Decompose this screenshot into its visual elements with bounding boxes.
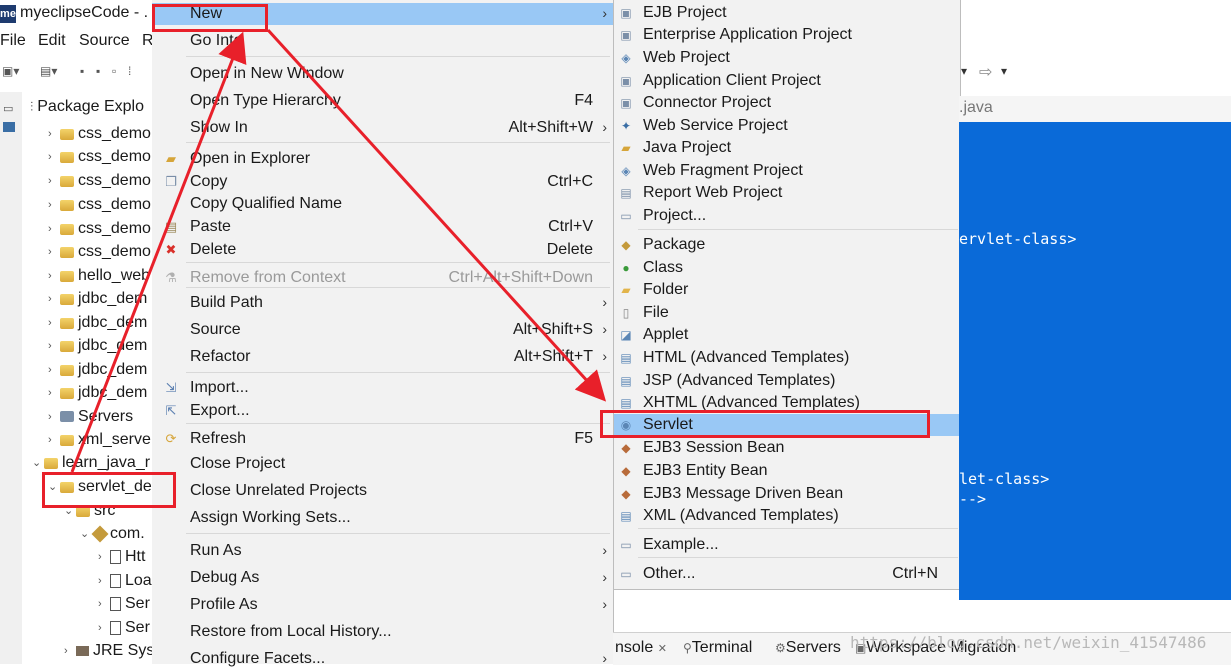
arrow-to-servlet bbox=[266, 28, 607, 402]
arrow-to-new bbox=[70, 31, 247, 473]
annotation-arrows bbox=[70, 28, 607, 473]
